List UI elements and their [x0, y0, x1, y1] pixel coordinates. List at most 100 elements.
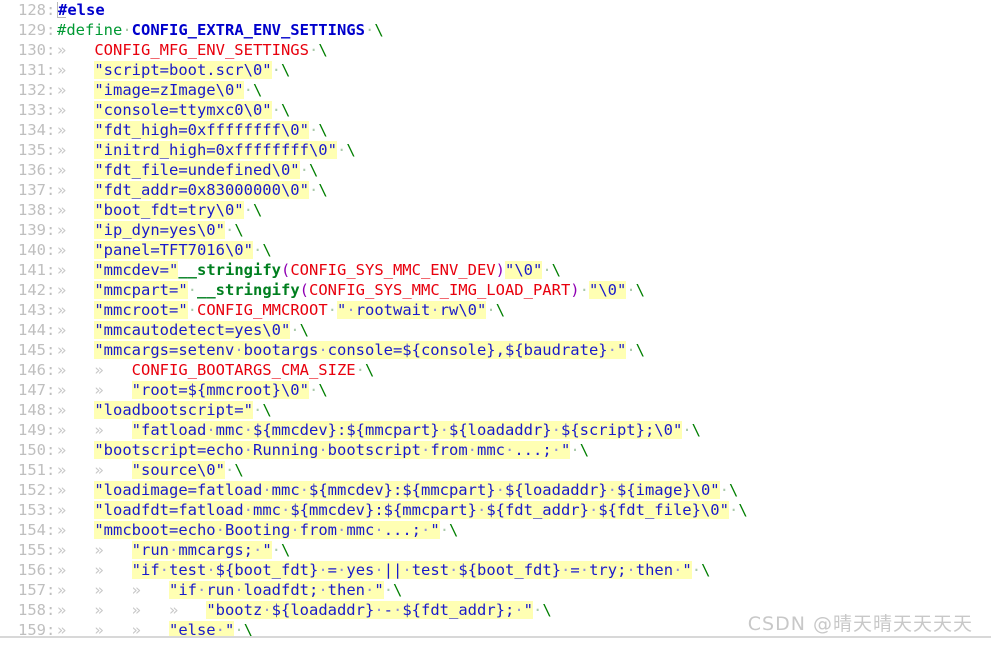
code-line[interactable]: 135:» "initrd_high=0xffffffff\0"·\: [0, 140, 991, 160]
code-line[interactable]: 150:» "bootscript=echo·Running·bootscrip…: [0, 440, 991, 460]
space-dot: ·: [691, 561, 702, 579]
space-dot: ·: [626, 341, 636, 359]
config-macro: CONFIG_MMCROOT: [197, 301, 328, 319]
tab-marker: »: [57, 281, 95, 299]
code-line[interactable]: 132:» "image=zImage\0"·\: [0, 80, 991, 100]
code-line[interactable]: 146:» » CONFIG_BOOTARGS_CMA_SIZE·\: [0, 360, 991, 380]
string-literal: "console=ttymxc0\0": [94, 101, 272, 119]
string-literal: "·rootwait·rw\0": [337, 301, 487, 319]
line-number-separator: :: [46, 161, 56, 179]
code-line[interactable]: 138:» "boot_fdt=try\0"·\: [0, 200, 991, 220]
space-dot: ·: [308, 121, 319, 139]
code-line[interactable]: 142:» "mmcpart="·__stringify(CONFIG_SYS_…: [0, 280, 991, 300]
line-continuation: \: [280, 101, 291, 119]
code-line[interactable]: 141:» "mmcdev="__stringify(CONFIG_SYS_MM…: [0, 260, 991, 280]
line-number: 129: [18, 21, 46, 39]
code-line[interactable]: 151:» » "source\0"·\: [0, 460, 991, 480]
string-literal: "fdt_file=undefined\0": [94, 161, 300, 179]
string-literal: "bootscript=echo·Running·bootscript·from…: [94, 441, 571, 459]
line-number: 136: [18, 161, 46, 179]
line-number-separator: :: [46, 141, 56, 159]
line-continuation: \: [234, 461, 244, 479]
tab-marker: »: [57, 201, 95, 219]
line-continuation: \: [393, 581, 403, 599]
code-line[interactable]: 140:» "panel=TFT7016\0"·\: [0, 240, 991, 260]
code-line[interactable]: 145:» "mmcargs=setenv·bootargs·console=$…: [0, 340, 991, 360]
line-number-separator: :: [46, 481, 56, 499]
space-dot: ·: [243, 201, 253, 219]
code-line[interactable]: 157:» » » "if·run·loadfdt;·then·"·\: [0, 580, 991, 600]
define-name: CONFIG_EXTRA_ENV_SETTINGS: [131, 21, 365, 39]
code-line[interactable]: 154:» "mmcboot=echo·Booting·from·mmc·...…: [0, 520, 991, 540]
line-continuation: \: [691, 421, 701, 439]
code-line[interactable]: 155:» » "run·mmcargs;·"·\: [0, 540, 991, 560]
code-line[interactable]: 133:» "console=ttymxc0\0"·\: [0, 100, 991, 120]
line-number-separator: :: [46, 341, 56, 359]
line-number-separator: :: [46, 421, 56, 439]
line-number-separator: :: [46, 21, 56, 39]
space-dot: ·: [579, 281, 589, 299]
space-dot: ·: [486, 301, 496, 319]
code-line[interactable]: 128: #else: [0, 0, 991, 20]
code-line[interactable]: 144:» "mmcautodetect=yes\0"·\: [0, 320, 991, 340]
paren: (: [280, 261, 291, 279]
code-line[interactable]: 139:» "ip_dyn=yes\0"·\: [0, 220, 991, 240]
editor-bottom-divider: [0, 636, 991, 638]
space-dot: ·: [299, 161, 309, 179]
line-number: 149: [18, 421, 46, 439]
code-line[interactable]: 134:» "fdt_high=0xffffffff\0"·\: [0, 120, 991, 140]
string-literal: "boot_fdt=try\0": [94, 201, 244, 219]
line-continuation: \: [234, 221, 244, 239]
space-dot: ·: [243, 81, 253, 99]
string-literal: "fdt_high=0xffffffff\0": [94, 121, 309, 139]
tab-marker: »: [94, 381, 132, 399]
string-literal: "mmcboot=echo·Booting·from·mmc·...;·": [94, 521, 440, 539]
space-dot: ·: [308, 41, 319, 59]
line-number-separator: :: [46, 361, 56, 379]
string-literal: "ip_dyn=yes\0": [94, 221, 225, 239]
space-dot: ·: [308, 381, 319, 399]
preprocessor-directive: #else: [58, 1, 105, 19]
line-number-separator: :: [46, 301, 56, 319]
code-line[interactable]: 136:» "fdt_file=undefined\0"·\: [0, 160, 991, 180]
string-literal: "bootz·${loadaddr}·-·${fdt_addr};·": [206, 601, 534, 619]
tab-marker: »: [57, 501, 95, 519]
tab-marker: »: [94, 361, 132, 379]
code-line[interactable]: 147:» » "root=${mmcroot}\0"·\: [0, 380, 991, 400]
line-number: 147: [18, 381, 46, 399]
paren: ): [570, 281, 580, 299]
string-literal: "mmcroot=": [94, 301, 188, 319]
code-line[interactable]: 149:» » "fatload·mmc·${mmcdev}:${mmcpart…: [0, 420, 991, 440]
line-number: 151: [18, 461, 46, 479]
code-line[interactable]: 143:» "mmcroot="·CONFIG_MMCROOT·"·rootwa…: [0, 300, 991, 320]
code-line[interactable]: 152:» "loadimage=fatload·mmc·${mmcdev}:$…: [0, 480, 991, 500]
space-dot: ·: [187, 301, 197, 319]
code-line[interactable]: 156:» » "if·test·${boot_fdt}·=·yes·||·te…: [0, 560, 991, 580]
code-line[interactable]: 153:» "loadfdt=fatload·mmc·${mmcdev}:${m…: [0, 500, 991, 520]
code-line[interactable]: 130:» CONFIG_MFG_ENV_SETTINGS·\: [0, 40, 991, 60]
space-dot: ·: [542, 261, 552, 279]
code-editor-viewport[interactable]: 128: #else 129: #define·CONFIG_EXTRA_ENV_SE…: [0, 0, 991, 638]
space-dot: ·: [271, 101, 281, 119]
line-number-separator: :: [46, 181, 56, 199]
config-macro: CONFIG_MFG_ENV_SETTINGS: [94, 41, 309, 59]
tab-marker: »: [94, 581, 132, 599]
line-number-separator: :: [46, 461, 56, 479]
tab-marker: »: [94, 541, 132, 559]
code-line[interactable]: 131:» "script=boot.scr\0"·\: [0, 60, 991, 80]
tab-marker: »: [57, 81, 95, 99]
line-continuation: \: [318, 121, 328, 139]
code-line[interactable]: 148:» "loadbootscript="·\: [0, 400, 991, 420]
string-literal: "loadimage=fatload·mmc·${mmcdev}:${mmcpa…: [94, 481, 720, 499]
tab-marker: »: [57, 321, 95, 339]
code-line[interactable]: 137:» "fdt_addr=0x83000000\0"·\: [0, 180, 991, 200]
tab-marker: »: [57, 421, 95, 439]
space-dot: ·: [682, 421, 692, 439]
tab-marker: »: [94, 461, 132, 479]
tab-marker: »: [57, 101, 95, 119]
code-line[interactable]: 129: #define·CONFIG_EXTRA_ENV_SETTINGS·\: [0, 20, 991, 40]
line-number: 150: [18, 441, 46, 459]
line-number-separator: :: [46, 221, 56, 239]
line-continuation: \: [635, 281, 645, 299]
tab-marker: »: [57, 261, 95, 279]
